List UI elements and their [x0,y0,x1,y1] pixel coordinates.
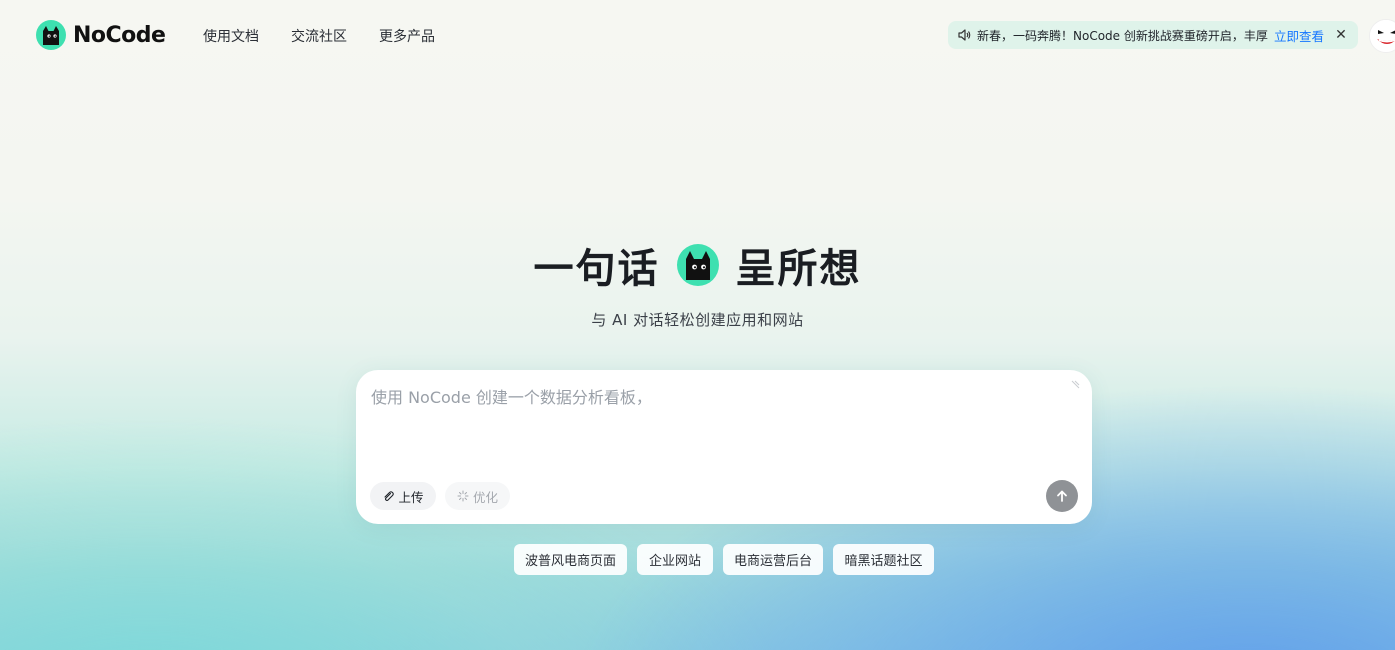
upload-label: 上传 [398,489,424,505]
avatar-image [1370,20,1395,52]
send-button[interactable] [1046,480,1078,512]
hero-subtitle: 与 AI 对话轻松创建应用和网站 [591,311,804,329]
paperclip-icon [384,491,395,502]
hero-title-left: 一句话 [533,245,660,292]
arrow-up-icon [1057,490,1067,502]
suggestion-chip-corporate-site[interactable]: 企业网站 [637,544,713,575]
nav-item-docs[interactable]: 使用文档 [203,26,259,46]
nav-item-more-products[interactable]: 更多产品 [379,26,435,46]
hero-title: 一句话 呈所想 [0,236,1395,294]
optimize-label: 优化 [472,489,498,505]
nav-item-community[interactable]: 交流社区 [291,26,347,46]
sparkle-icon [457,490,469,502]
close-icon[interactable]: ✕ [1332,26,1350,44]
brand-name: NoCode [73,22,166,48]
upload-button[interactable]: 上传 [370,482,436,510]
top-header: NoCode 使用文档 交流社区 更多产品 新春，一码奔腾！NoCode 创新挑… [0,0,1395,70]
suggestion-chip-ecommerce-admin[interactable]: 电商运营后台 [723,544,823,575]
black-cat-mascot-icon [676,244,719,286]
optimize-button[interactable]: 优化 [445,482,510,510]
brand-logo[interactable]: NoCode [36,20,166,50]
suggestion-chip-pop-ecommerce[interactable]: 波普风电商页面 [514,544,627,575]
main-nav: 使用文档 交流社区 更多产品 [203,26,435,46]
prompt-input[interactable] [371,384,1061,464]
user-avatar[interactable] [1369,19,1395,53]
announcement-banner: 新春，一码奔腾！NoCode 创新挑战赛重磅开启，丰厚 立即查看 ✕ [948,21,1358,49]
hero-title-right: 呈所想 [735,245,862,292]
speaker-icon [958,29,971,41]
suggestion-chip-dark-community[interactable]: 暗黑话题社区 [833,544,934,575]
resize-handle-icon[interactable] [1070,380,1080,390]
announcement-view-link[interactable]: 立即查看 [1274,26,1324,45]
announcement-text: 新春，一码奔腾！NoCode 创新挑战赛重磅开启，丰厚 [977,28,1268,43]
black-cat-logo-icon [36,20,66,50]
